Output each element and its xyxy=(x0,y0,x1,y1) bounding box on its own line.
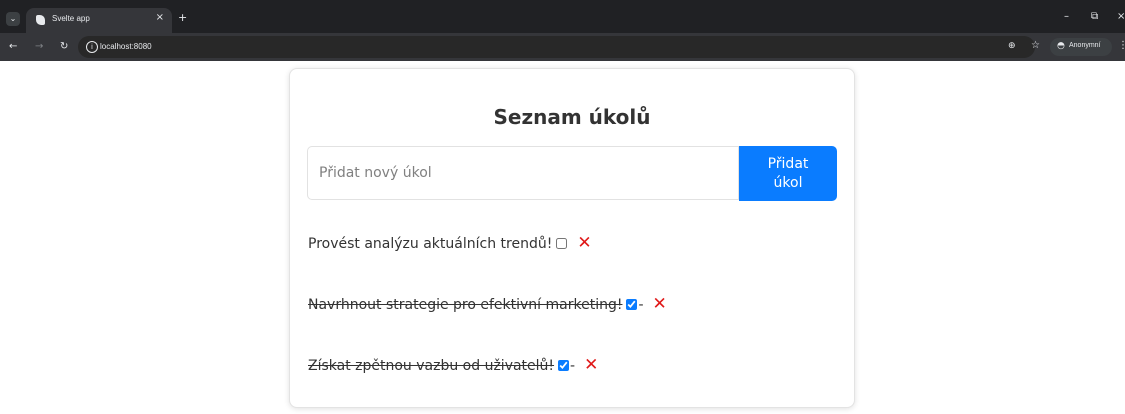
todo-card: Seznam úkolů Přidat úkol Provést analýzu… xyxy=(289,68,855,408)
profile-button[interactable]: ◓ Anonymní xyxy=(1050,38,1112,56)
forward-icon[interactable]: → xyxy=(35,41,43,52)
profile-label: Anonymní xyxy=(1069,42,1101,49)
todo-done-checkbox[interactable] xyxy=(556,238,568,249)
menu-icon[interactable]: ⋮ xyxy=(1118,40,1125,51)
todo-item: Navrhnout strategie pro efektivní market… xyxy=(308,292,838,317)
todo-item: Získat zpětnou vazbu od uživatelů! - ✕ xyxy=(308,353,838,378)
todo-list: Provést analýzu aktuálních trendů! ✕ Navrh… xyxy=(308,231,838,414)
browser-tab[interactable]: Svelte app × xyxy=(26,8,172,33)
todo-text: Získat zpětnou vazbu od uživatelů! xyxy=(308,357,555,374)
todo-item: Provést analýzu aktuálních trendů! ✕ xyxy=(308,231,838,256)
new-tab-icon[interactable]: + xyxy=(178,11,187,24)
page-title: Seznam úkolů xyxy=(493,105,651,129)
todo-text: Provést analýzu aktuálních trendů! xyxy=(308,235,553,252)
tab-search-icon[interactable]: ⌄ xyxy=(6,12,20,26)
todo-dash: - xyxy=(638,296,644,313)
zoom-icon[interactable]: ⊕ xyxy=(1008,41,1016,51)
add-task-button[interactable]: Přidat úkol xyxy=(739,146,837,201)
browser-tab-strip: ⌄ Svelte app × + – ⧉ × xyxy=(0,0,1125,33)
tab-title: Svelte app xyxy=(52,14,90,23)
incognito-icon: ◓ xyxy=(1057,41,1065,51)
delete-icon[interactable]: ✕ xyxy=(584,357,598,374)
restore-icon[interactable]: ⧉ xyxy=(1091,11,1098,22)
delete-icon[interactable]: ✕ xyxy=(653,296,667,313)
todo-done-checkbox[interactable] xyxy=(558,360,570,371)
tab-close-icon[interactable]: × xyxy=(156,12,164,23)
delete-icon[interactable]: ✕ xyxy=(577,235,591,252)
back-icon[interactable]: ← xyxy=(9,41,17,52)
site-info-icon[interactable]: i xyxy=(86,41,98,53)
todo-dash: - xyxy=(570,357,576,374)
address-url[interactable]: localhost:8080 xyxy=(100,42,152,51)
address-bar[interactable]: i localhost:8080 ⊕ ☆ xyxy=(78,36,1040,58)
window-close-icon[interactable]: × xyxy=(1117,11,1125,22)
new-task-input[interactable] xyxy=(307,146,739,200)
reload-icon[interactable]: ↻ xyxy=(60,41,68,52)
todo-done-checkbox[interactable] xyxy=(626,299,638,310)
svelte-favicon-icon xyxy=(36,15,45,25)
browser-toolbar: ← → ↻ i localhost:8080 ⊕ ☆ ◓ Anonymní ⋮ xyxy=(0,33,1125,61)
minimize-icon[interactable]: – xyxy=(1064,11,1069,22)
bookmark-star-icon[interactable]: ☆ xyxy=(1031,40,1040,51)
todo-text: Navrhnout strategie pro efektivní market… xyxy=(308,296,623,313)
